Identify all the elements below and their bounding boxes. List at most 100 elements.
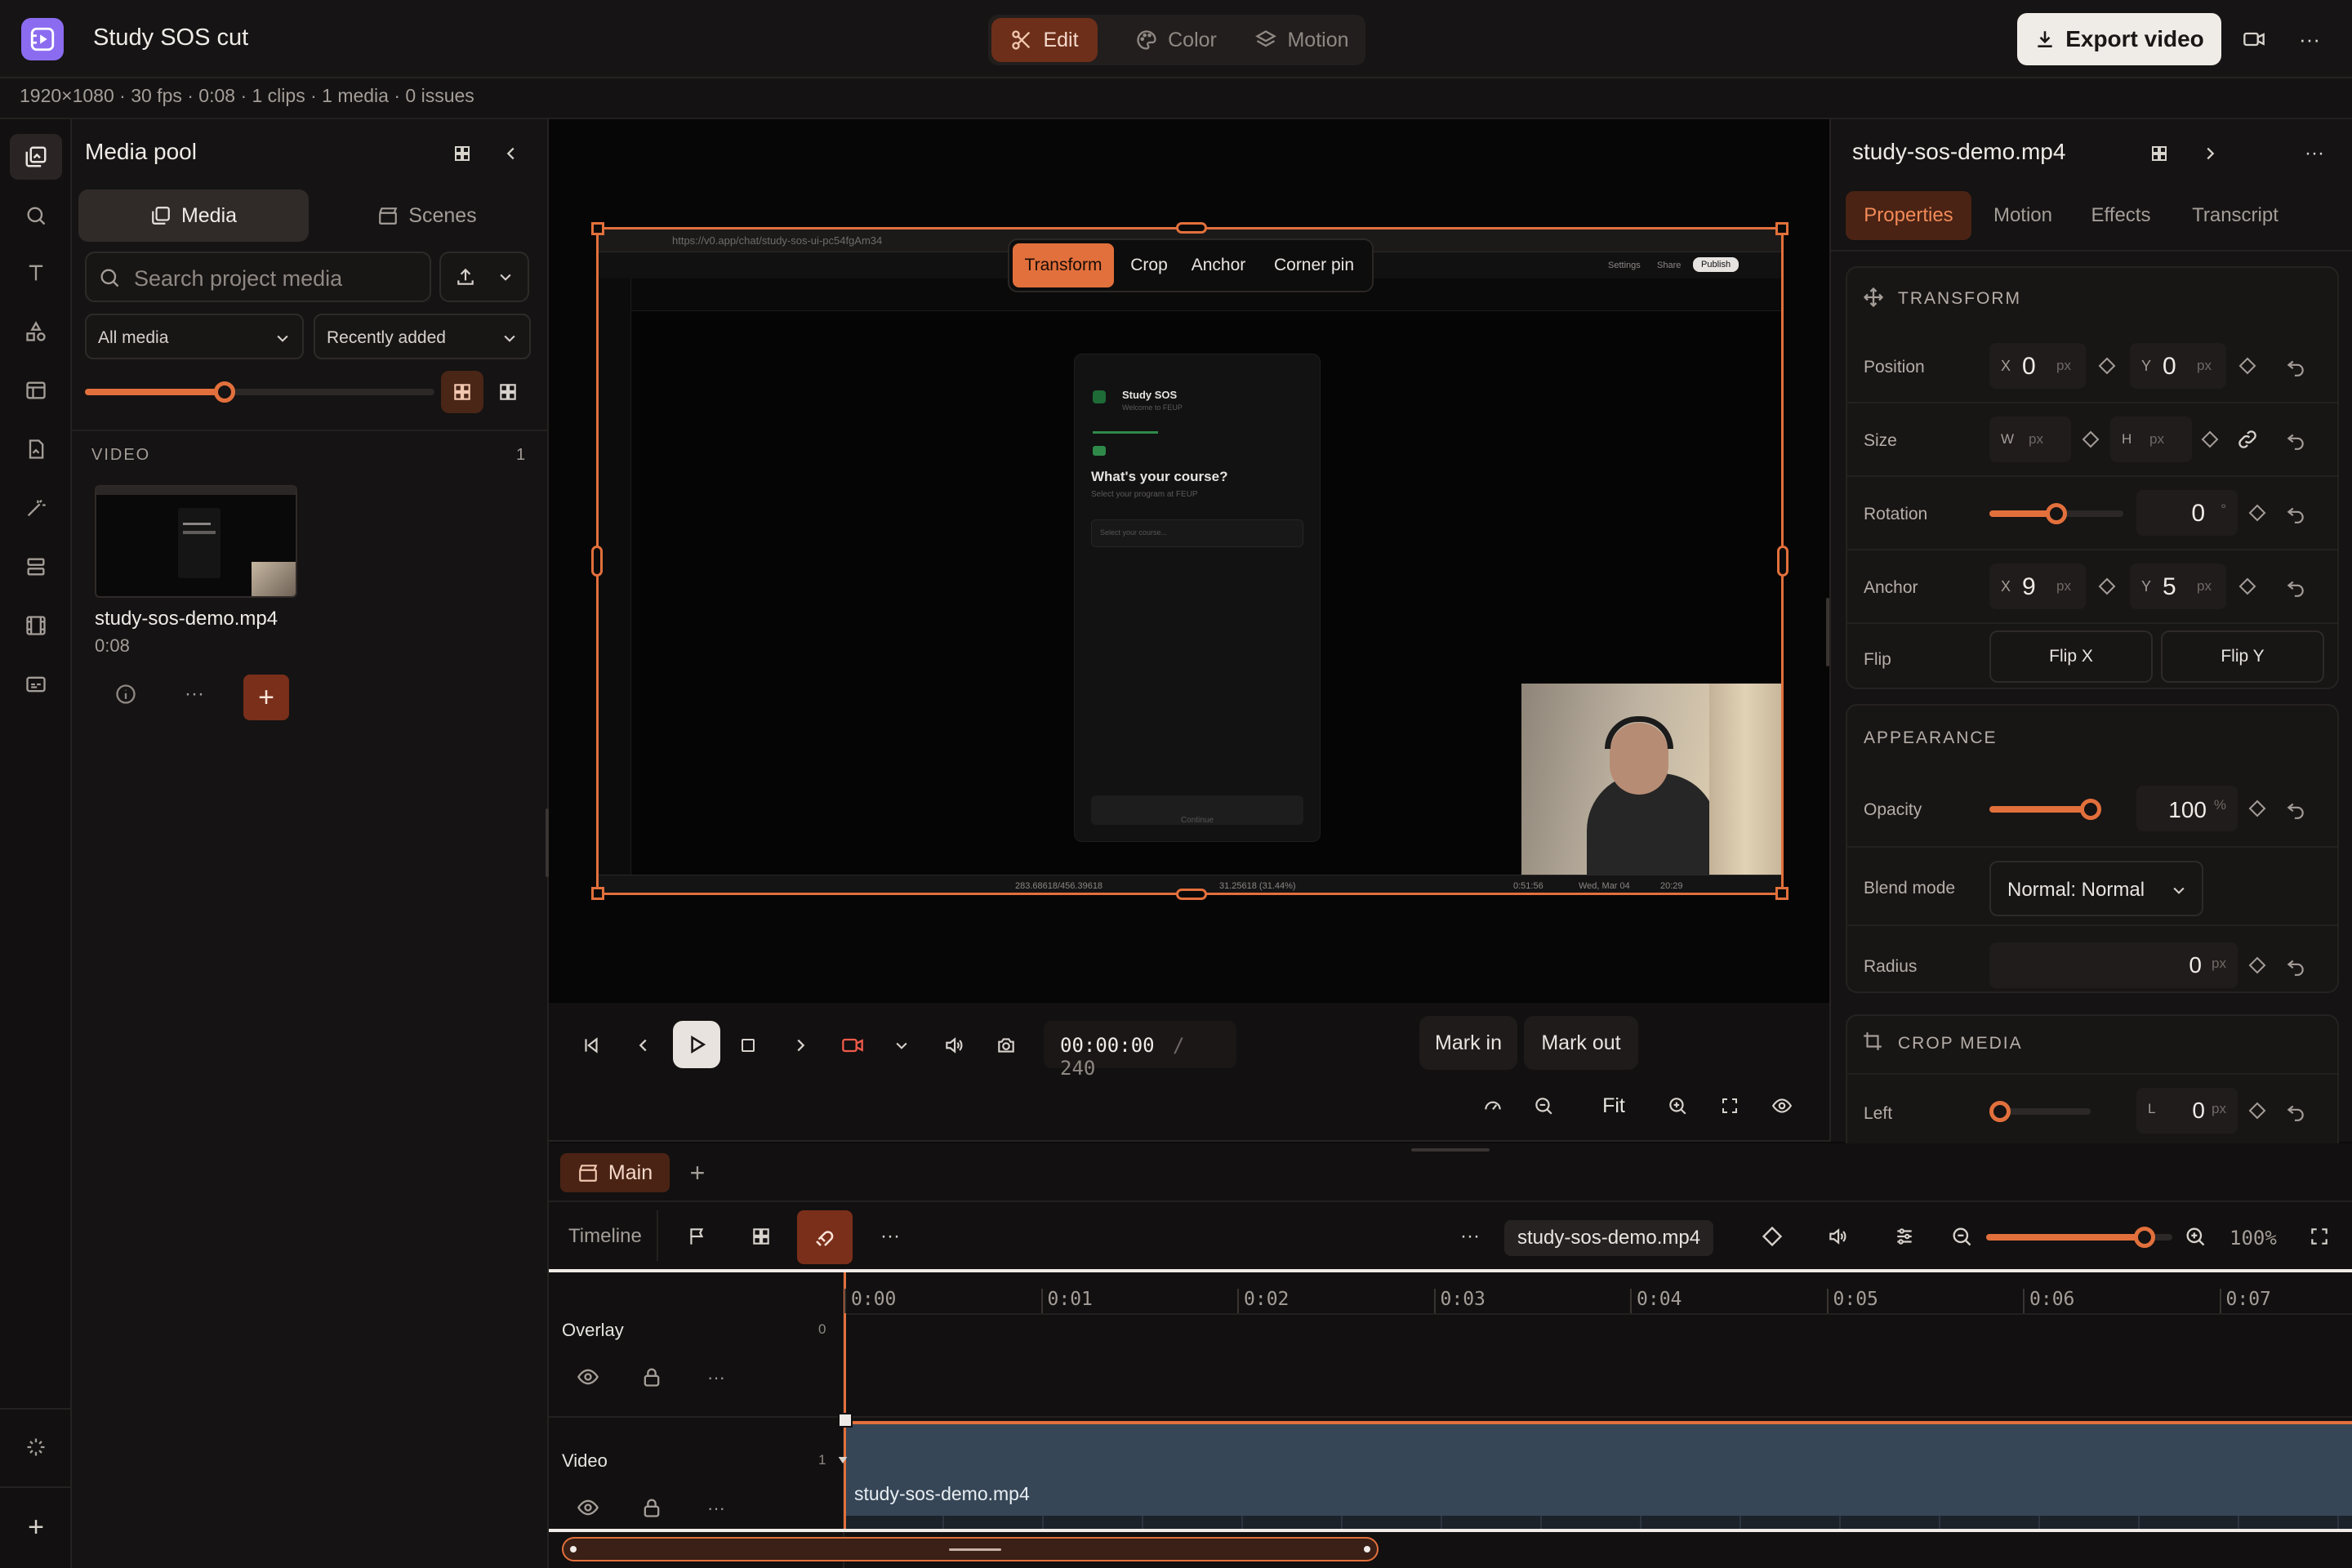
collapse-panel-icon[interactable] [495,137,528,170]
inspector-more-icon[interactable]: ··· [2298,137,2331,170]
handle-bottom[interactable] [1176,889,1207,900]
info-icon[interactable] [109,678,142,710]
rotation-slider[interactable] [1989,501,2123,526]
add-sequence-icon[interactable]: + [681,1156,714,1189]
marker-flag-icon[interactable] [679,1218,715,1254]
rail-stickers-button[interactable] [10,426,62,472]
timeline-resize-handle[interactable] [1411,1148,1490,1152]
inspector-grid-icon[interactable] [2143,137,2176,170]
small-grid-button[interactable] [487,371,529,413]
rail-text-button[interactable] [10,250,62,296]
flip-x-button[interactable]: Flip X [1989,630,2153,683]
anchor-x-field[interactable]: X 9 px [1989,564,2086,609]
play-button[interactable] [673,1021,720,1068]
grid-view-icon[interactable] [446,137,479,170]
handle-top[interactable] [1176,222,1207,234]
overlay-track-more-icon[interactable]: ··· [707,1367,725,1388]
timeline-fullscreen-icon[interactable] [2301,1218,2337,1254]
rail-media-button[interactable] [10,134,62,180]
tab-transcript[interactable]: Transcript [2174,191,2296,240]
rail-effects-button[interactable] [10,485,62,531]
media-filter-select[interactable]: All media [85,314,304,359]
tab-scenes[interactable]: Scenes [312,189,542,242]
tab-media[interactable]: Media [78,189,309,242]
stop-icon[interactable] [730,1027,766,1063]
tool-transform-button[interactable]: Transform [1013,243,1114,287]
upload-button[interactable] [439,252,529,302]
flip-y-button[interactable]: Flip Y [2161,630,2324,683]
handle-bottom-right[interactable] [1775,887,1788,900]
tab-effects[interactable]: Effects [2076,191,2166,240]
tool-corner-pin-button[interactable]: Corner pin [1259,243,1369,287]
volume-icon[interactable] [936,1027,972,1063]
thumbnail-size-slider[interactable] [85,372,434,412]
rail-captions-button[interactable] [10,662,62,707]
video-clip[interactable]: study-sos-demo.mp4 [844,1421,2352,1529]
timeline-zoom-out-icon[interactable] [1944,1218,1980,1254]
timecode-display[interactable]: 00:00:00 / 240 [1044,1021,1236,1080]
record-icon[interactable] [835,1027,871,1063]
add-to-timeline-button[interactable]: + [243,675,289,720]
selected-clip-chip[interactable]: study-sos-demo.mp4 [1504,1220,1714,1256]
position-y-field[interactable]: Y 0 px [2130,343,2226,389]
inspector-expand-icon[interactable] [2194,137,2226,170]
handle-left[interactable] [591,546,603,577]
tab-properties[interactable]: Properties [1846,191,1971,240]
handle-top-right[interactable] [1775,222,1788,235]
timeline-zoom-in-icon[interactable] [2177,1218,2213,1254]
lock-icon[interactable] [640,1365,663,1388]
media-sort-select[interactable]: Recently added [314,314,531,359]
handle-bottom-left[interactable] [591,887,604,900]
playhead-handle[interactable] [838,1413,853,1428]
video-frame[interactable]: https://v0.app/chat/study-sos-ui-pc54fgA… [596,227,1784,895]
export-video-button[interactable]: Export video [2017,13,2221,65]
record-camera-icon[interactable] [2238,23,2270,56]
crop-left-slider-knob[interactable] [1989,1101,2011,1122]
clip-more-icon[interactable]: ··· [1452,1218,1488,1254]
mode-motion-button[interactable]: Motion [1241,18,1362,62]
rotation-slider-knob[interactable] [2046,503,2067,524]
size-w-field[interactable]: W px [1989,416,2071,462]
previous-frame-icon[interactable] [626,1027,662,1063]
adjustments-icon[interactable] [1886,1218,1922,1254]
scrollbar-right-grip[interactable] [1364,1546,1370,1552]
tab-motion[interactable]: Motion [1978,191,2068,240]
timeline-zoom-knob[interactable] [2134,1227,2155,1248]
anchor-y-field[interactable]: Y 5 px [2130,564,2226,609]
audio-icon[interactable] [1820,1218,1855,1254]
scrollbar-center-grip[interactable] [949,1548,1001,1551]
keyframe-diamond-icon[interactable] [1754,1218,1790,1254]
rail-templates-button[interactable] [10,368,62,413]
mode-color-button[interactable]: Color [1111,18,1241,62]
tool-anchor-button[interactable]: Anchor [1184,243,1253,287]
playback-speed-icon[interactable] [1475,1088,1511,1124]
timeline-grid-icon[interactable] [743,1218,779,1254]
rail-add-button[interactable]: + [10,1504,62,1550]
mark-in-button[interactable]: Mark in [1419,1016,1517,1070]
opacity-slider[interactable] [1989,797,2101,822]
thumb-slider-knob[interactable] [214,381,235,403]
eye-icon[interactable] [577,1365,599,1388]
record-options-chevron-icon[interactable] [885,1027,918,1063]
app-logo[interactable] [21,18,64,60]
rail-film-button[interactable] [10,603,62,648]
timeline-more-icon[interactable]: ··· [872,1218,908,1254]
zoom-fit-button[interactable]: Fit [1581,1085,1646,1127]
size-h-field[interactable]: H px [2110,416,2192,462]
crop-left-field[interactable]: L 0 px [2136,1088,2238,1134]
opacity-field[interactable]: 100 % [2136,786,2238,831]
video-track-more-icon[interactable]: ··· [707,1498,725,1519]
project-title[interactable]: Study SOS cut [93,24,248,51]
radius-field[interactable]: 0 px [1989,942,2238,988]
rotation-field[interactable]: 0 ° [2136,490,2238,536]
more-menu-icon[interactable]: ··· [2293,23,2326,56]
scrollbar-left-grip[interactable] [570,1546,577,1552]
rail-ai-button[interactable] [10,1424,62,1470]
handle-top-left[interactable] [591,222,604,235]
media-item-thumbnail[interactable] [95,485,297,598]
sequence-tab-main[interactable]: Main [560,1153,670,1192]
fullscreen-icon[interactable] [1712,1088,1748,1124]
snapshot-icon[interactable] [988,1027,1024,1063]
blend-mode-select[interactable]: Normal: Normal [1989,861,2203,916]
position-x-field[interactable]: X 0 px [1989,343,2086,389]
